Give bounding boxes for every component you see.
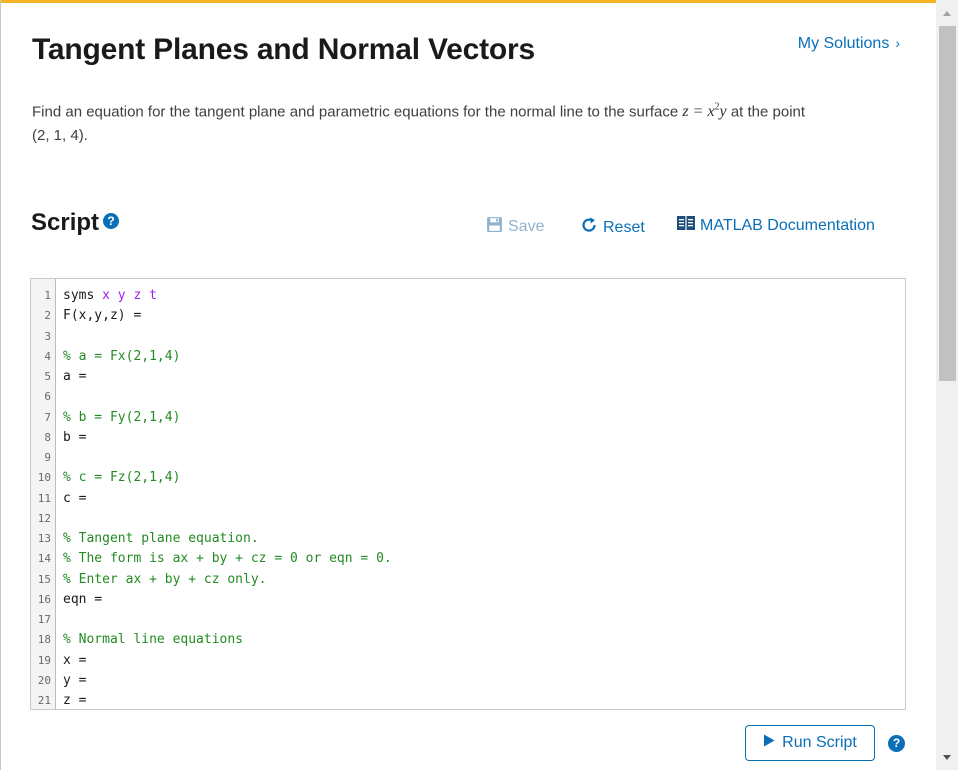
reset-label: Reset bbox=[603, 218, 645, 236]
code-comment: % b = Fy(2,1,4) bbox=[63, 409, 181, 425]
line-number: 21 bbox=[37, 694, 51, 707]
matlab-documentation-label: MATLAB Documentation bbox=[700, 216, 875, 234]
line-number: 7 bbox=[44, 410, 51, 424]
line-number: 15 bbox=[37, 572, 51, 586]
code-line[interactable]: 11 c = bbox=[31, 489, 905, 509]
save-button[interactable]: Save bbox=[486, 216, 544, 238]
line-number: 9 bbox=[44, 451, 51, 464]
matlab-documentation-link[interactable]: MATLAB Documentation bbox=[677, 216, 875, 235]
code-line[interactable]: 18 % Normal line equations bbox=[31, 630, 905, 650]
code-text: syms x y z t bbox=[63, 286, 157, 306]
code-comment: % Tangent plane equation. bbox=[63, 531, 259, 546]
code-line[interactable]: 21 z = bbox=[31, 691, 905, 709]
code-line[interactable]: 17 bbox=[31, 610, 905, 630]
code-comment: % c = Fz(2,1,4) bbox=[63, 470, 181, 486]
code-text: c = bbox=[63, 490, 87, 506]
line-number: 3 bbox=[44, 329, 51, 343]
run-script-button[interactable]: Run Script bbox=[745, 725, 875, 761]
line-number: 19 bbox=[37, 653, 51, 667]
code-line[interactable]: 12 bbox=[31, 509, 905, 529]
save-icon bbox=[486, 216, 503, 238]
code-comment: % The form is ax + by + cz = 0 or eqn = … bbox=[63, 551, 392, 567]
line-number: 11 bbox=[37, 491, 51, 505]
line-number: 2 bbox=[44, 309, 51, 323]
code-text: z = bbox=[63, 693, 87, 708]
line-number: 13 bbox=[37, 532, 51, 545]
my-solutions-label: My Solutions bbox=[797, 35, 890, 52]
chevron-right-icon: › bbox=[895, 35, 900, 51]
code-line[interactable]: 14 % The form is ax + by + cz = 0 or eqn … bbox=[31, 549, 905, 569]
problem-content: Tangent Planes and Normal Vectors My Sol… bbox=[0, 3, 936, 770]
code-line[interactable]: 13 % Tangent plane equation. bbox=[31, 529, 905, 549]
line-number: 5 bbox=[44, 370, 51, 383]
problem-point: (2, 1, 4). bbox=[32, 127, 88, 145]
window-left-border bbox=[0, 0, 1, 770]
line-number: 4 bbox=[44, 349, 51, 363]
code-line[interactable]: 16 eqn = bbox=[31, 590, 905, 610]
math-z-x: z = x bbox=[682, 103, 715, 121]
syms-keyword: syms bbox=[63, 288, 103, 303]
problem-text-before: Find an equation for the tangent plane a… bbox=[32, 103, 683, 121]
code-comment: % Normal line equations bbox=[63, 632, 244, 648]
reset-icon bbox=[580, 216, 598, 239]
code-line[interactable]: 2 F(x,y,z) = bbox=[31, 306, 905, 326]
page-title: Tangent Planes and Normal Vectors bbox=[32, 33, 535, 66]
line-number: 10 bbox=[37, 471, 51, 485]
scrollbar-thumb[interactable] bbox=[939, 26, 956, 381]
problem-statement: Find an equation for the tangent plane a… bbox=[32, 96, 892, 148]
code-line[interactable]: 6 bbox=[31, 387, 905, 407]
reset-button[interactable]: Reset bbox=[580, 216, 645, 239]
line-number: 17 bbox=[37, 613, 51, 626]
code-text: b = bbox=[63, 429, 87, 445]
line-number: 8 bbox=[44, 430, 51, 444]
code-line[interactable]: 9 bbox=[31, 448, 905, 468]
code-line[interactable]: 4 % a = Fx(2,1,4) bbox=[31, 347, 905, 367]
code-comment: % a = Fx(2,1,4) bbox=[63, 348, 181, 364]
scroll-up-arrow-icon[interactable] bbox=[936, 6, 958, 22]
code-text: a = bbox=[63, 369, 87, 384]
code-text: y = bbox=[63, 672, 87, 688]
line-number: 20 bbox=[37, 673, 51, 687]
syms-variables: x y z t bbox=[102, 288, 157, 303]
code-line[interactable]: 19 x = bbox=[31, 651, 905, 671]
run-script-label: Run Script bbox=[782, 734, 857, 751]
code-line[interactable]: 15 % Enter ax + by + cz only. bbox=[31, 570, 905, 590]
code-line[interactable]: 7 % b = Fy(2,1,4) bbox=[31, 408, 905, 428]
code-text: x = bbox=[63, 652, 87, 668]
line-number: 16 bbox=[37, 592, 51, 606]
line-number: 14 bbox=[37, 552, 51, 566]
line-number: 12 bbox=[37, 511, 51, 525]
code-line[interactable]: 3 bbox=[31, 327, 905, 347]
problem-text-after: at the point bbox=[726, 103, 806, 121]
code-line[interactable]: 8 b = bbox=[31, 428, 905, 448]
scroll-down-arrow-icon[interactable] bbox=[936, 750, 958, 766]
code-editor[interactable]: 1 syms x y z t 2 F(x,y,z) = 3 4 % a = Fx(2,1,4… bbox=[30, 278, 906, 710]
code-line[interactable]: 1 syms x y z t bbox=[31, 286, 905, 306]
code-line[interactable]: 5 a = bbox=[31, 367, 905, 387]
run-help-icon[interactable]: ? bbox=[888, 735, 905, 752]
help-icon[interactable]: ? bbox=[103, 212, 120, 229]
code-comment: % Enter ax + by + cz only. bbox=[63, 571, 267, 587]
vertical-scrollbar[interactable] bbox=[936, 0, 958, 770]
line-number: 1 bbox=[44, 289, 51, 302]
script-heading-label: Script bbox=[31, 209, 100, 236]
math-y: y bbox=[719, 103, 727, 121]
code-line[interactable]: 20 y = bbox=[31, 671, 905, 691]
code-text: F(x,y,z) = bbox=[63, 308, 142, 324]
save-label: Save bbox=[508, 218, 545, 235]
play-icon bbox=[763, 734, 775, 752]
line-number: 18 bbox=[37, 633, 51, 647]
script-heading: Script? bbox=[31, 209, 120, 237]
book-icon bbox=[677, 216, 695, 235]
code-line[interactable]: 10 % c = Fz(2,1,4) bbox=[31, 468, 905, 488]
my-solutions-link[interactable]: My Solutions › bbox=[798, 35, 900, 53]
line-number: 6 bbox=[44, 390, 51, 404]
code-lines: 1 syms x y z t 2 F(x,y,z) = 3 4 % a = Fx(2,1,4… bbox=[31, 286, 905, 709]
code-text: eqn = bbox=[63, 591, 103, 607]
surface-equation: z = x2y bbox=[682, 102, 727, 121]
